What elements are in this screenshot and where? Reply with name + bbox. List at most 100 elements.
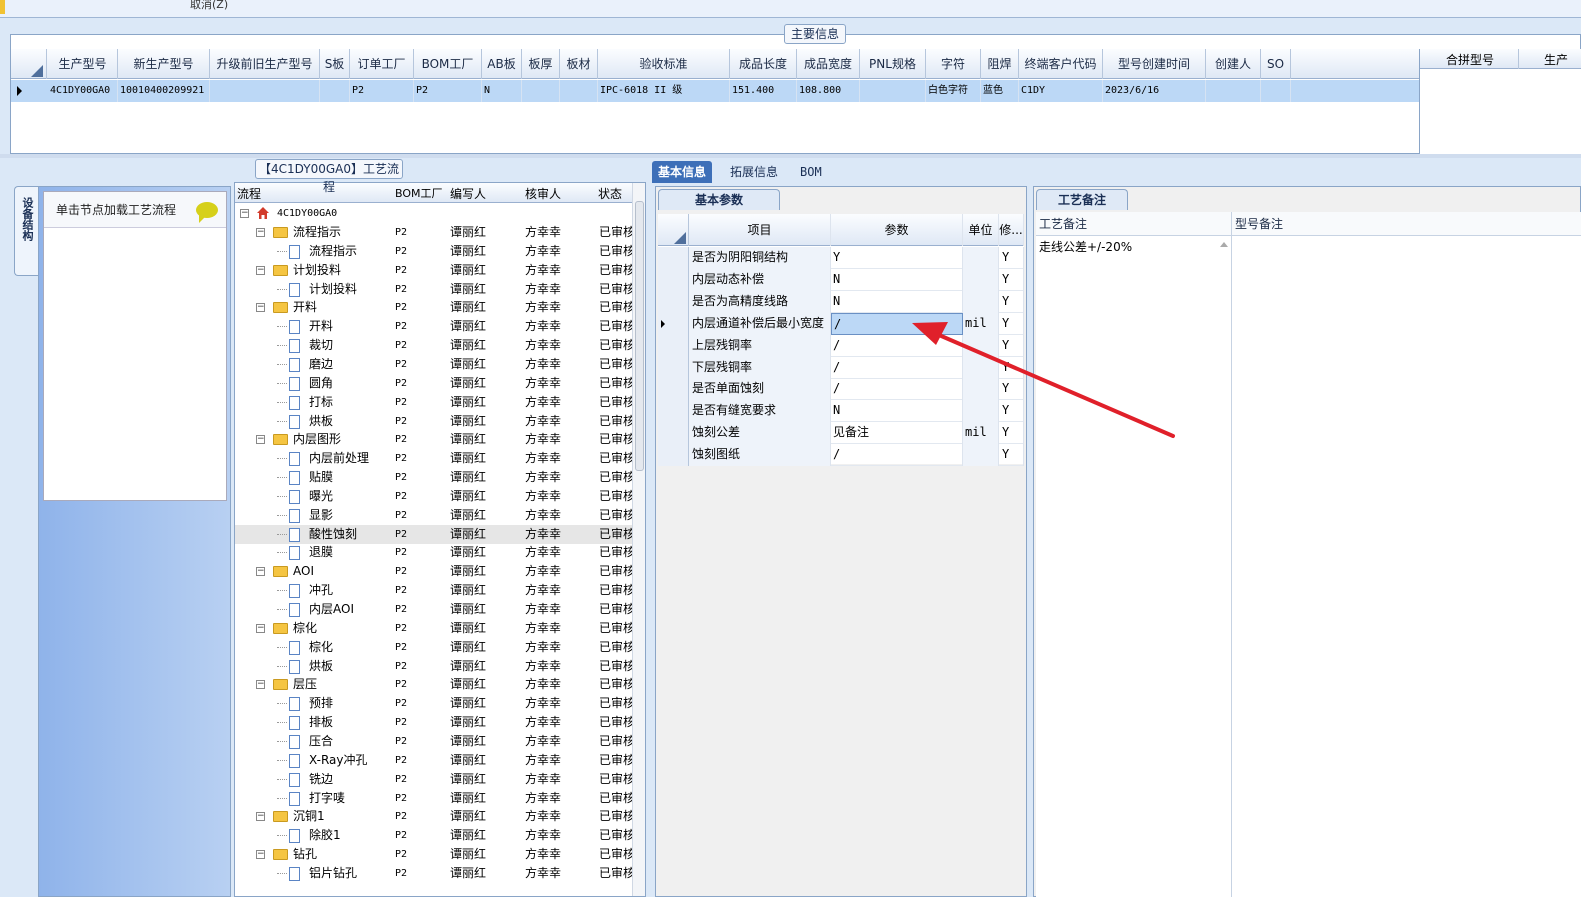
main-row-cell[interactable] <box>560 80 598 102</box>
tree-row[interactable]: − 内层图形 P2 谭丽红 方幸幸 已审核 <box>235 430 633 449</box>
tree-row[interactable]: 圆角 P2 谭丽红 方幸幸 已审核 <box>235 374 633 393</box>
main-row-cell[interactable] <box>1261 80 1291 102</box>
remark-scroll-up-icon[interactable] <box>1220 242 1228 247</box>
main-row-cell[interactable] <box>210 80 320 102</box>
main-row-cell[interactable]: 108.800 <box>797 80 860 102</box>
param-modify-cell[interactable]: Y <box>999 334 1024 357</box>
tree-row[interactable]: 显影 P2 谭丽红 方幸幸 已审核 <box>235 506 633 525</box>
header-value[interactable]: 参数 <box>831 214 963 246</box>
cancel-button[interactable]: 取消(Z) <box>190 0 228 12</box>
param-value-cell[interactable]: N <box>831 268 963 291</box>
tree-row[interactable]: 铝片钻孔 P2 谭丽红 方幸幸 已审核 <box>235 864 633 883</box>
tree-row[interactable]: − 开料 P2 谭丽红 方幸幸 已审核 <box>235 298 633 317</box>
param-modify-cell[interactable]: Y <box>999 356 1024 379</box>
main-row-cell[interactable]: 2023/6/16 <box>1103 80 1206 102</box>
tab-basic-info[interactable]: 基本信息 <box>652 161 713 183</box>
main-row-cell[interactable]: N <box>482 80 522 102</box>
main-row-cell[interactable] <box>522 80 560 102</box>
main-header-cell[interactable]: 生产型号 <box>48 49 118 79</box>
tree-row[interactable]: 曝光 P2 谭丽红 方幸幸 已审核 <box>235 487 633 506</box>
main-header-cell[interactable]: BOM工厂 <box>414 49 482 79</box>
tree-scrollbar[interactable] <box>632 183 645 896</box>
tree-row[interactable]: 打字唛 P2 谭丽红 方幸幸 已审核 <box>235 789 633 808</box>
main-header-cell[interactable]: 升级前旧生产型号 <box>210 49 320 79</box>
tree-row[interactable]: 计划投料 P2 谭丽红 方幸幸 已审核 <box>235 280 633 299</box>
main-row-cell[interactable] <box>860 80 926 102</box>
tree-row[interactable]: 烘板 P2 谭丽红 方幸幸 已审核 <box>235 657 633 676</box>
tree-row[interactable]: 排板 P2 谭丽红 方幸幸 已审核 <box>235 713 633 732</box>
main-row-cell[interactable]: 151.400 <box>730 80 797 102</box>
param-modify-cell[interactable]: Y <box>999 290 1024 313</box>
main-header-cell[interactable]: 创建人 <box>1206 49 1261 79</box>
row-header[interactable] <box>658 422 689 445</box>
header-bom-factory[interactable]: BOM工厂 <box>395 185 443 201</box>
tree-row[interactable]: − 棕化 P2 谭丽红 方幸幸 已审核 <box>235 619 633 638</box>
tree-row[interactable]: 内层AOI P2 谭丽红 方幸幸 已审核 <box>235 600 633 619</box>
tree-row[interactable]: 打标 P2 谭丽红 方幸幸 已审核 <box>235 393 633 412</box>
param-value-cell[interactable]: Y <box>831 247 963 269</box>
header-unit[interactable]: 单位 <box>963 214 999 246</box>
header-production[interactable]: 生产 <box>1544 51 1568 68</box>
param-row[interactable]: 内层通道补偿后最小宽度 / mil Y <box>658 312 1024 335</box>
collapse-icon[interactable]: − <box>256 435 265 445</box>
param-row[interactable]: 是否有缝宽要求 N Y <box>658 400 1024 423</box>
main-header-cell[interactable]: AB板 <box>482 49 522 79</box>
row-header[interactable] <box>658 356 689 379</box>
tree-row[interactable]: 除胶1 P2 谭丽红 方幸幸 已审核 <box>235 826 633 845</box>
horizontal-splitter[interactable] <box>0 154 1581 158</box>
main-row-cell[interactable]: 蓝色 <box>981 80 1019 102</box>
param-row[interactable]: 蚀刻公差 见备注 mil Y <box>658 422 1024 445</box>
tree-row[interactable]: − 沉铜1 P2 谭丽红 方幸幸 已审核 <box>235 807 633 826</box>
tree-row[interactable]: 贴膜 P2 谭丽红 方幸幸 已审核 <box>235 468 633 487</box>
tree-row[interactable]: 烘板 P2 谭丽红 方幸幸 已审核 <box>235 412 633 431</box>
header-modify[interactable]: 修... <box>999 214 1024 246</box>
tree-row[interactable]: 棕化 P2 谭丽红 方幸幸 已审核 <box>235 638 633 657</box>
collapse-icon[interactable]: − <box>240 209 249 218</box>
row-header[interactable] <box>658 290 689 313</box>
device-structure-tab[interactable]: 设备结构 <box>14 186 39 276</box>
param-modify-cell[interactable]: Y <box>999 422 1024 445</box>
main-row-cell[interactable]: P2 <box>350 80 414 102</box>
param-value-cell[interactable]: N <box>831 290 963 313</box>
param-modify-cell[interactable]: Y <box>999 400 1024 423</box>
tab-extended-info[interactable]: 拓展信息 <box>724 161 784 183</box>
collapse-icon[interactable]: − <box>256 812 265 822</box>
row-header[interactable] <box>658 444 689 467</box>
tree-row[interactable]: X-Ray冲孔 P2 谭丽红 方幸幸 已审核 <box>235 751 633 770</box>
row-header[interactable] <box>658 378 689 401</box>
param-row[interactable]: 上层残铜率 / Y <box>658 334 1024 357</box>
tree-scrollbar-thumb[interactable] <box>635 201 644 471</box>
main-row-cell[interactable]: 10010400209921 <box>118 80 210 102</box>
main-row-cell[interactable]: 4C1DY00GA0 <box>48 80 118 102</box>
param-value-cell[interactable]: / <box>831 334 963 357</box>
header-merged-model[interactable]: 合拼型号 <box>1446 51 1494 68</box>
param-modify-cell[interactable]: Y <box>999 268 1024 291</box>
tree-row[interactable]: 退膜 P2 谭丽红 方幸幸 已审核 <box>235 543 633 562</box>
param-row[interactable]: 下层残铜率 / Y <box>658 356 1024 379</box>
param-value-cell[interactable]: N <box>831 400 963 423</box>
main-header-cell[interactable]: 新生产型号 <box>118 49 210 79</box>
tree-row[interactable]: 流程指示 P2 谭丽红 方幸幸 已审核 <box>235 242 633 261</box>
tree-row[interactable]: − AOI P2 谭丽红 方幸幸 已审核 <box>235 562 633 581</box>
collapse-icon[interactable]: − <box>256 228 265 237</box>
process-remark-text[interactable]: 走线公差+/-20% <box>1036 236 1231 257</box>
main-header-cell[interactable]: 订单工厂 <box>350 49 414 79</box>
row-header[interactable] <box>658 400 689 423</box>
param-value-cell[interactable]: / <box>831 312 963 335</box>
tree-root-row[interactable]: − 4C1DY00GA0 <box>235 204 633 223</box>
tab-bom[interactable]: BOM <box>794 161 828 183</box>
tree-row[interactable]: 酸性蚀刻 P2 谭丽红 方幸幸 已审核 <box>235 524 633 544</box>
tree-row[interactable]: 预排 P2 谭丽红 方幸幸 已审核 <box>235 694 633 713</box>
tree-row[interactable]: 内层前处理 P2 谭丽红 方幸幸 已审核 <box>235 449 633 468</box>
main-row-cell[interactable] <box>1206 80 1261 102</box>
tree-row[interactable]: 开料 P2 谭丽红 方幸幸 已审核 <box>235 317 633 336</box>
param-value-cell[interactable]: / <box>831 356 963 379</box>
main-row-cell[interactable]: P2 <box>414 80 482 102</box>
main-header-cell[interactable]: 成品长度 <box>730 49 797 79</box>
tree-row[interactable]: 铣边 P2 谭丽红 方幸幸 已审核 <box>235 770 633 789</box>
tree-row[interactable]: − 流程指示 P2 谭丽红 方幸幸 已审核 <box>235 223 633 242</box>
param-row[interactable]: 蚀刻图纸 / Y <box>658 444 1024 467</box>
param-modify-cell[interactable]: Y <box>999 378 1024 401</box>
load-process-button[interactable]: 单击节点加载工艺流程 <box>44 192 226 228</box>
main-row-cell[interactable]: IPC-6018 II 级 <box>598 80 730 102</box>
